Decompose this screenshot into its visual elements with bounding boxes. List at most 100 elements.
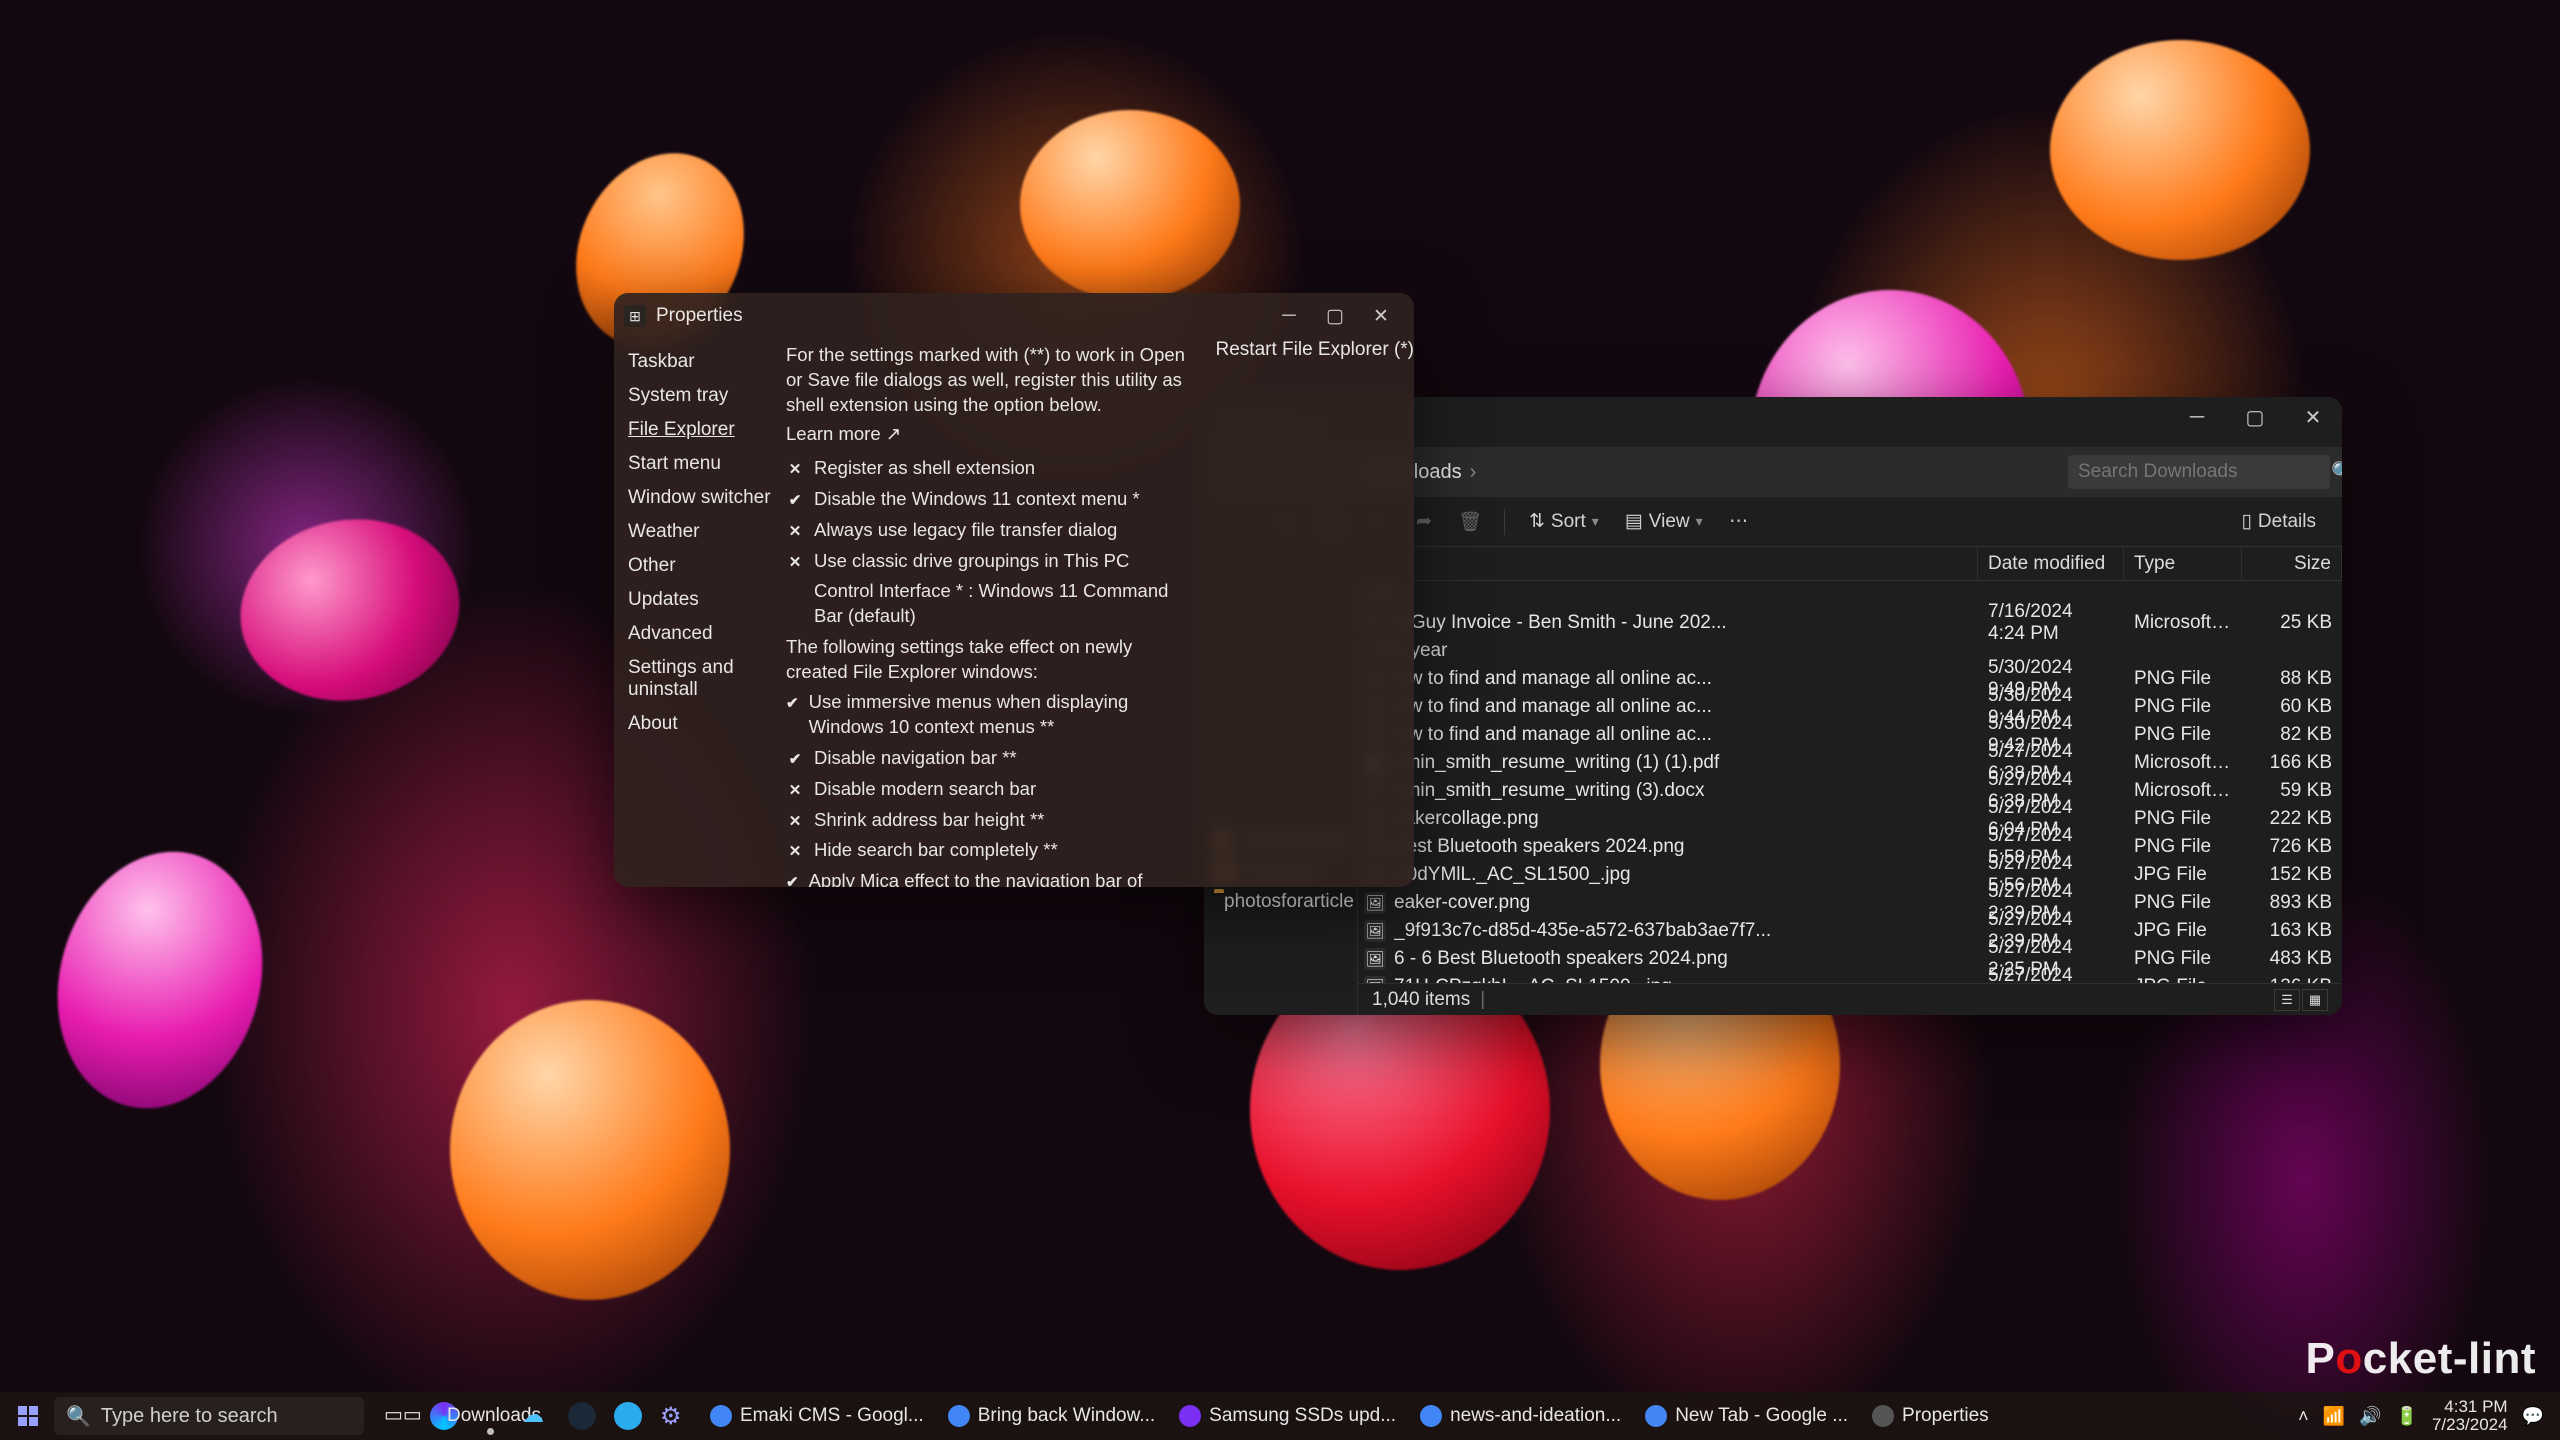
battery-icon[interactable]: 🔋 xyxy=(2396,1406,2418,1427)
volume-icon[interactable]: 🔊 xyxy=(2359,1406,2381,1427)
taskbar-window-button[interactable]: Samsung SSDs upd... xyxy=(1167,1396,1408,1436)
onedrive-button[interactable]: ☁ xyxy=(514,1394,558,1438)
file-row[interactable]: 📄amin_smith_resume_writing (1) (1).pdf5/… xyxy=(1358,749,2342,777)
telegram-button[interactable] xyxy=(606,1394,650,1438)
col-size[interactable]: Size xyxy=(2242,547,2342,580)
option-toggle[interactable]: Hide search bar completely ** xyxy=(786,835,1196,866)
view-grid-toggle[interactable]: ▦ xyxy=(2302,989,2328,1011)
nav-item-window-switcher[interactable]: Window switcher xyxy=(628,481,778,515)
file-row[interactable]: 🖼71H-CPzgkhL._AC_SL1500_.jpg5/27/2024 2:… xyxy=(1358,973,2342,983)
sidebar-item[interactable]: photosforarticle xyxy=(1204,887,1357,917)
file-type: Microsoft Word D... xyxy=(2124,780,2242,802)
option-toggle[interactable]: Apply Mica effect to the navigation bar … xyxy=(786,866,1196,887)
task-view-button[interactable]: ▭▭ xyxy=(376,1394,420,1438)
view-button[interactable]: ▤View▾ xyxy=(1615,504,1713,540)
option-toggle[interactable]: Always use legacy file transfer dialog xyxy=(786,515,1196,546)
option-label: Apply Mica effect to the navigation bar … xyxy=(809,869,1196,887)
maximize-button[interactable]: ▢ xyxy=(1312,301,1358,331)
file-row[interactable]: 🖼eaker-cover.png5/27/2024 2:39 PMPNG Fil… xyxy=(1358,889,2342,917)
nav-item-taskbar[interactable]: Taskbar xyxy=(628,345,778,379)
file-row[interactable]: 🖼Best Bluetooth speakers 2024.png5/27/20… xyxy=(1358,833,2342,861)
file-name: low to find and manage all online ac... xyxy=(1394,668,1978,690)
taskbar-window-button[interactable]: New Tab - Google ... xyxy=(1633,1396,1860,1436)
more-button[interactable]: ⋯ xyxy=(1719,504,1759,540)
item-count: 1,040 items xyxy=(1372,989,1470,1011)
nav-item-about[interactable]: About xyxy=(628,707,778,741)
sort-button[interactable]: ⇅Sort▾ xyxy=(1519,504,1609,540)
nav-item-other[interactable]: Other xyxy=(628,549,778,583)
file-type: PNG File xyxy=(2124,948,2242,970)
nav-item-advanced[interactable]: Advanced xyxy=(628,617,778,651)
file-row[interactable]: 🖼low to find and manage all online ac...… xyxy=(1358,665,2342,693)
explorer-taskbar-button[interactable]: Downloads xyxy=(468,1394,512,1438)
start-button[interactable] xyxy=(6,1396,50,1436)
option-toggle[interactable]: Use immersive menus when displaying Wind… xyxy=(786,687,1196,743)
maximize-button[interactable]: ▢ xyxy=(2226,397,2284,437)
view-list-toggle[interactable]: ☰ xyxy=(2274,989,2300,1011)
taskbar-window-button[interactable]: Properties xyxy=(1860,1396,2001,1436)
col-name[interactable] xyxy=(1358,547,1978,580)
file-name: _9f913c7c-d85d-435e-a572-637bab3ae7f7... xyxy=(1394,920,1978,942)
file-row[interactable]: 🖼_9f913c7c-d85d-435e-a572-637bab3ae7f7..… xyxy=(1358,917,2342,945)
search-input[interactable] xyxy=(2078,461,2323,483)
file-row[interactable]: 🖼X0dYMlL._AC_SL1500_.jpg5/27/2024 5:56 P… xyxy=(1358,861,2342,889)
properties-titlebar[interactable]: ⊞ Properties ─ ▢ ✕ xyxy=(614,293,1414,339)
nav-item-system-tray[interactable]: System tray xyxy=(628,379,778,413)
steam-button[interactable] xyxy=(560,1394,604,1438)
file-row[interactable]: 🖼low to find and manage all online ac...… xyxy=(1358,721,2342,749)
taskbar-clock[interactable]: 4:31 PM 7/23/2024 xyxy=(2432,1398,2508,1434)
file-row[interactable]: 🖼6 - 6 Best Bluetooth speakers 2024.png5… xyxy=(1358,945,2342,973)
file-name: eakercollage.png xyxy=(1394,808,1978,830)
option-label: Disable modern search bar xyxy=(814,777,1036,802)
wifi-icon[interactable]: 📶 xyxy=(2323,1406,2345,1427)
check-icon xyxy=(786,869,799,887)
x-icon xyxy=(786,808,804,833)
file-type: Microsoft Edge P... xyxy=(2124,752,2242,774)
option-toggle[interactable]: Use classic drive groupings in This PC xyxy=(786,546,1196,577)
option-toggle[interactable]: Register as shell extension xyxy=(786,453,1196,484)
notifications-button[interactable]: 💬 xyxy=(2522,1406,2544,1427)
taskbar-window-label: Samsung SSDs upd... xyxy=(1209,1405,1396,1427)
col-type[interactable]: Type xyxy=(2124,547,2242,580)
file-row[interactable]: 🖼eakercollage.png5/27/2024 6:04 PMPNG Fi… xyxy=(1358,805,2342,833)
search-placeholder: Type here to search xyxy=(101,1405,278,1428)
option-toggle[interactable]: Disable modern search bar xyxy=(786,774,1196,805)
option-toggle[interactable]: Disable navigation bar ** xyxy=(786,743,1196,774)
option-toggle[interactable]: Shrink address bar height ** xyxy=(786,805,1196,836)
nav-item-updates[interactable]: Updates xyxy=(628,583,778,617)
col-date[interactable]: Date modified xyxy=(1978,547,2124,580)
system-tray[interactable]: ˄ 📶 🔊 🔋 4:31 PM 7/23/2024 💬 xyxy=(2298,1398,2554,1434)
minimize-button[interactable]: ─ xyxy=(1266,301,1312,331)
group-header[interactable]: r this year xyxy=(1358,637,2342,665)
x-icon xyxy=(786,549,804,574)
nav-item-file-explorer[interactable]: File Explorer xyxy=(628,413,778,447)
nav-item-start-menu[interactable]: Start menu xyxy=(628,447,778,481)
option-toggle[interactable]: Disable the Windows 11 context menu * xyxy=(786,484,1196,515)
control-interface-value[interactable]: Control Interface * : Windows 11 Command… xyxy=(786,579,1196,629)
minimize-button[interactable]: ─ xyxy=(2168,397,2226,437)
close-button[interactable]: ✕ xyxy=(2284,397,2342,437)
nav-item-weather[interactable]: Weather xyxy=(628,515,778,549)
column-headers[interactable]: Date modified Type Size xyxy=(1358,547,2342,581)
learn-more-link[interactable]: Learn more ↗ xyxy=(786,422,901,447)
favicon-icon xyxy=(710,1405,732,1427)
file-row[interactable]: WerGuy Invoice - Ben Smith - June 202...… xyxy=(1358,609,2342,637)
details-pane-button[interactable]: ▯Details xyxy=(2231,504,2326,540)
breadcrumb[interactable]: › Downloads › xyxy=(1348,461,2058,484)
search-icon: 🔍 xyxy=(66,1404,91,1429)
file-row[interactable]: Wamin_smith_resume_writing (3).docx5/27/… xyxy=(1358,777,2342,805)
option-label: Hide search bar completely ** xyxy=(814,838,1058,863)
close-button[interactable]: ✕ xyxy=(1358,301,1404,331)
settings-button[interactable]: ⚙ xyxy=(652,1394,696,1438)
file-row[interactable]: 🖼low to find and manage all online ac...… xyxy=(1358,693,2342,721)
group-header[interactable]: eek xyxy=(1358,581,2342,609)
file-list[interactable]: eekWerGuy Invoice - Ben Smith - June 202… xyxy=(1358,581,2342,983)
tray-chevron-icon[interactable]: ˄ xyxy=(2298,1406,2309,1427)
taskbar-search[interactable]: 🔍 Type here to search xyxy=(54,1397,364,1435)
taskbar-window-button[interactable]: Bring back Window... xyxy=(936,1396,1167,1436)
nav-item-settings-and-uninstall[interactable]: Settings and uninstall xyxy=(628,651,778,707)
taskbar-window-button[interactable]: news-and-ideation... xyxy=(1408,1396,1633,1436)
restart-explorer-link[interactable]: Restart File Explorer (*) xyxy=(1216,339,1415,887)
search-box[interactable]: 🔍 xyxy=(2068,455,2330,489)
taskbar-window-button[interactable]: Emaki CMS - Googl... xyxy=(698,1396,936,1436)
